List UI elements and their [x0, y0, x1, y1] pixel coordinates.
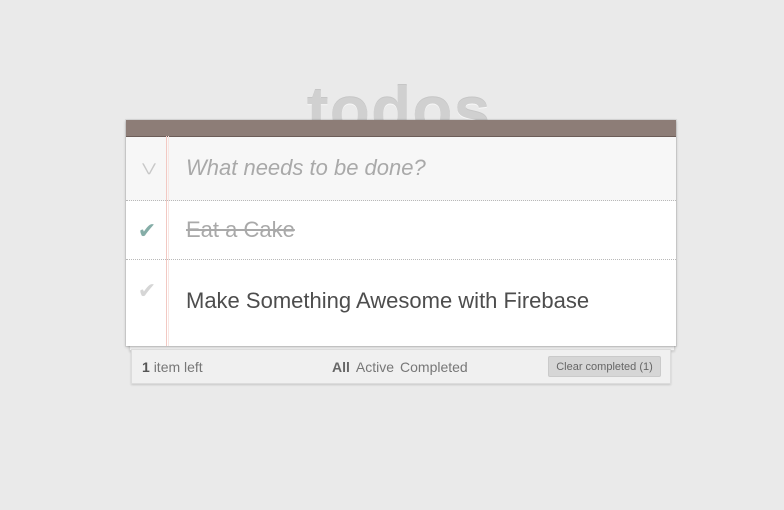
- filter-active[interactable]: Active: [356, 359, 394, 375]
- filter-all[interactable]: All: [332, 359, 350, 375]
- todo-item: ✔ Eat a Cake: [126, 201, 676, 260]
- new-todo-row: ⋁: [126, 137, 676, 201]
- chevron-double-down-icon[interactable]: ⋁: [136, 159, 161, 177]
- checkmark-icon[interactable]: ✔: [136, 279, 158, 303]
- todo-count-number: 1: [142, 359, 150, 375]
- app-topbar: [126, 120, 676, 137]
- todo-label[interactable]: Eat a Cake: [186, 216, 295, 244]
- todo-footer: 1 item left All Active Completed Clear com…: [131, 349, 671, 384]
- notebook-margin-line: [166, 136, 167, 346]
- checkmark-icon[interactable]: ✔: [136, 219, 158, 243]
- clear-completed-button[interactable]: Clear completed (1): [548, 356, 661, 377]
- todo-count: 1 item left: [142, 359, 203, 375]
- todo-label[interactable]: Make Something Awesome with Firebase: [186, 287, 589, 315]
- todo-count-suffix: item left: [153, 359, 203, 375]
- todo-item: ✔ Make Something Awesome with Firebase: [126, 260, 676, 346]
- new-todo-input[interactable]: [186, 151, 656, 185]
- filters: All Active Completed: [332, 359, 474, 375]
- filter-completed[interactable]: Completed: [400, 359, 468, 375]
- todo-app: ⋁ ✔ Eat a Cake ✔ Make Something Awesome …: [126, 120, 676, 346]
